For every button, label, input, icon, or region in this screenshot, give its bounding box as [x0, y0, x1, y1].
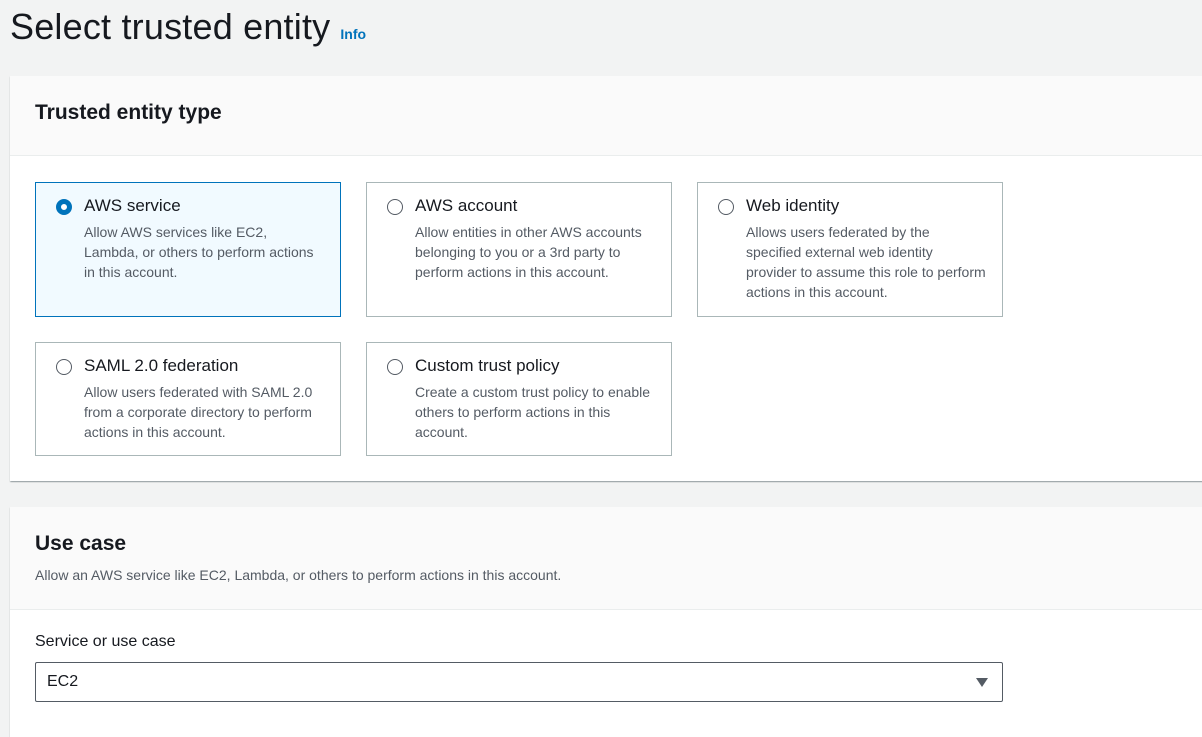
- tile-web-identity-label: Web identity: [746, 196, 840, 215]
- service-select[interactable]: EC2: [35, 662, 1003, 702]
- radio-unselected-icon[interactable]: [56, 359, 72, 375]
- trusted-entity-panel: Trusted entity type AWS service Allow AW…: [10, 76, 1202, 481]
- page-header: Select trusted entity Info: [10, 6, 366, 48]
- tile-aws-service-description: Allow AWS services like EC2, Lambda, or …: [84, 224, 314, 280]
- tile-aws-account-description: Allow entities in other AWS accounts bel…: [415, 224, 642, 280]
- use-case-description: Allow an AWS service like EC2, Lambda, o…: [35, 567, 562, 583]
- service-select-value: EC2: [47, 673, 79, 690]
- tile-web-identity-description: Allows users federated by the specified …: [746, 224, 986, 300]
- radio-unselected-icon[interactable]: [387, 199, 403, 215]
- tile-aws-account-label: AWS account: [415, 196, 518, 215]
- info-link[interactable]: Info: [340, 26, 366, 42]
- trusted-entity-panel-header: Trusted entity type: [10, 76, 1202, 156]
- radio-unselected-icon[interactable]: [387, 359, 403, 375]
- radio-selected-icon[interactable]: [56, 199, 72, 215]
- tile-custom-trust-policy[interactable]: Custom trust policy Create a custom trus…: [366, 342, 672, 456]
- tile-saml-federation[interactable]: SAML 2.0 federation Allow users federate…: [35, 342, 341, 456]
- service-field-label: Service or use case: [35, 633, 176, 650]
- tile-aws-account[interactable]: AWS account Allow entities in other AWS …: [366, 182, 672, 317]
- trusted-entity-title: Trusted entity type: [35, 101, 222, 124]
- use-case-panel-header: Use case Allow an AWS service like EC2, …: [10, 507, 1202, 610]
- page-title: Select trusted entity: [10, 6, 331, 47]
- tile-aws-service[interactable]: AWS service Allow AWS services like EC2,…: [35, 182, 341, 317]
- tile-custom-trust-policy-description: Create a custom trust policy to enable o…: [415, 384, 651, 440]
- tile-saml-federation-label: SAML 2.0 federation: [84, 356, 239, 375]
- tile-web-identity[interactable]: Web identity Allows users federated by t…: [697, 182, 1003, 317]
- caret-down-icon[interactable]: [976, 678, 988, 687]
- use-case-title: Use case: [35, 532, 127, 555]
- tile-saml-federation-description: Allow users federated with SAML 2.0 from…: [84, 384, 313, 440]
- use-case-panel: Use case Allow an AWS service like EC2, …: [10, 507, 1202, 737]
- tile-custom-trust-policy-label: Custom trust policy: [415, 356, 560, 375]
- radio-unselected-icon[interactable]: [718, 199, 734, 215]
- tile-aws-service-label: AWS service: [84, 196, 181, 215]
